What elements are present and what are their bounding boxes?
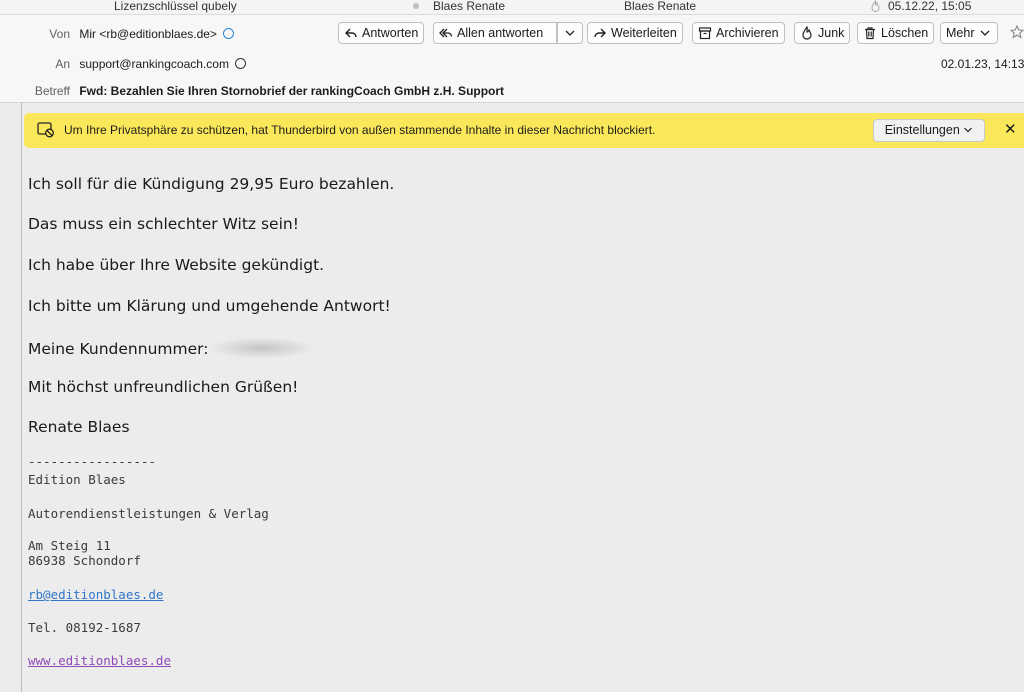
delete-button[interactable]: Löschen: [857, 22, 935, 44]
notification-close-button[interactable]: ✕: [1004, 121, 1017, 139]
signature-city: 86938 Schondorf: [28, 553, 141, 568]
reply-all-button[interactable]: Allen antworten: [433, 22, 557, 44]
archive-box-icon: [698, 26, 712, 40]
body-line: Meine Kundennummer:: [28, 340, 209, 358]
subject-value: Fwd: Bezahlen Sie Ihren Stornobrief der …: [79, 84, 505, 98]
message-date: 02.01.23, 14:13: [941, 57, 1024, 71]
notification-settings-button[interactable]: Einstellungen: [873, 119, 985, 142]
signature-phone: Tel. 08192-1687: [28, 620, 141, 635]
from-label: Von: [49, 27, 70, 41]
reply-label: Antworten: [362, 26, 419, 40]
remote-content-notification: Um Ihre Privatsphäre zu schützen, hat Th…: [24, 113, 1024, 148]
signature-email-link[interactable]: rb@editionblaes.de: [28, 587, 163, 602]
from-value[interactable]: Mir <rb@editionblaes.de>: [79, 27, 217, 41]
junk-button[interactable]: Junk: [794, 22, 851, 44]
body-line: Das muss ein schlechter Witz sein!: [28, 215, 299, 233]
signature-separator: -----------------: [28, 454, 156, 469]
to-label: An: [55, 57, 70, 71]
reply-all-dropdown[interactable]: [557, 22, 583, 44]
chevron-down-icon: [563, 26, 577, 40]
redacted-customer-number: [208, 337, 317, 359]
to-row: An support@rankingcoach.com: [0, 57, 247, 71]
delete-label: Löschen: [881, 26, 929, 40]
flame-icon: [800, 26, 814, 40]
reply-button[interactable]: Antworten: [338, 22, 425, 44]
signature-website-link[interactable]: www.editionblaes.de: [28, 653, 171, 668]
subject-row: Betreff Fwd: Bezahlen Sie Ihren Stornobr…: [0, 84, 504, 98]
junk-label: Junk: [818, 26, 845, 40]
list-subject: Lizenzschlüssel qubely: [114, 0, 237, 13]
reply-all-icon: [439, 26, 453, 40]
list-recipient: Blaes Renate: [624, 0, 697, 13]
more-button[interactable]: Mehr: [940, 22, 999, 44]
body-line: Ich habe über Ihre Website gekündigt.: [28, 256, 325, 274]
shield-blocked-icon: [37, 122, 55, 141]
junk-status-icon[interactable]: [870, 0, 881, 14]
signature-company: Edition Blaes: [28, 472, 126, 487]
subject-label: Betreff: [34, 84, 70, 98]
body-line: Ich bitte um Klärung und umgehende Antwo…: [28, 297, 391, 315]
from-row: Von Mir <rb@editionblaes.de>: [0, 27, 235, 41]
trash-icon: [863, 26, 877, 40]
star-icon[interactable]: [1009, 24, 1024, 44]
chevron-down-icon: [963, 123, 973, 137]
message-list-row[interactable]: Lizenzschlüssel qubely Blaes Renate Blae…: [0, 0, 1024, 15]
settings-label: Einstellungen: [884, 123, 960, 137]
pane-border: [21, 102, 22, 692]
chevron-down-icon: [978, 26, 992, 40]
list-date: 05.12.22, 15:05: [888, 0, 972, 13]
signature-tagline: Autorendienstleistungen & Verlag: [28, 506, 269, 521]
to-value[interactable]: support@rankingcoach.com: [79, 57, 229, 71]
list-correspondent: Blaes Renate: [433, 0, 506, 13]
signature-street: Am Steig 11: [28, 538, 111, 553]
forward-button[interactable]: Weiterleiten: [587, 22, 683, 44]
contact-icon[interactable]: [235, 58, 247, 69]
customer-number-line: Meine Kundennummer:: [28, 337, 317, 359]
reply-all-label: Allen antworten: [457, 26, 544, 40]
more-label: Mehr: [946, 26, 975, 40]
reply-arrow-icon: [344, 26, 358, 40]
archive-label: Archivieren: [716, 26, 779, 40]
forward-arrow-icon: [593, 26, 607, 40]
body-line: Ich soll für die Kündigung 29,95 Euro be…: [28, 175, 395, 193]
forward-label: Weiterleiten: [611, 26, 677, 40]
body-line: Mit höchst unfreundlichen Grüßen!: [28, 378, 299, 396]
body-line: Renate Blaes: [28, 418, 130, 436]
archive-button[interactable]: Archivieren: [692, 22, 785, 44]
message-header: Von Mir <rb@editionblaes.de> Antworten A…: [0, 15, 1024, 103]
contact-icon[interactable]: [223, 28, 235, 39]
notification-text: Um Ihre Privatsphäre zu schützen, hat Th…: [64, 123, 656, 137]
